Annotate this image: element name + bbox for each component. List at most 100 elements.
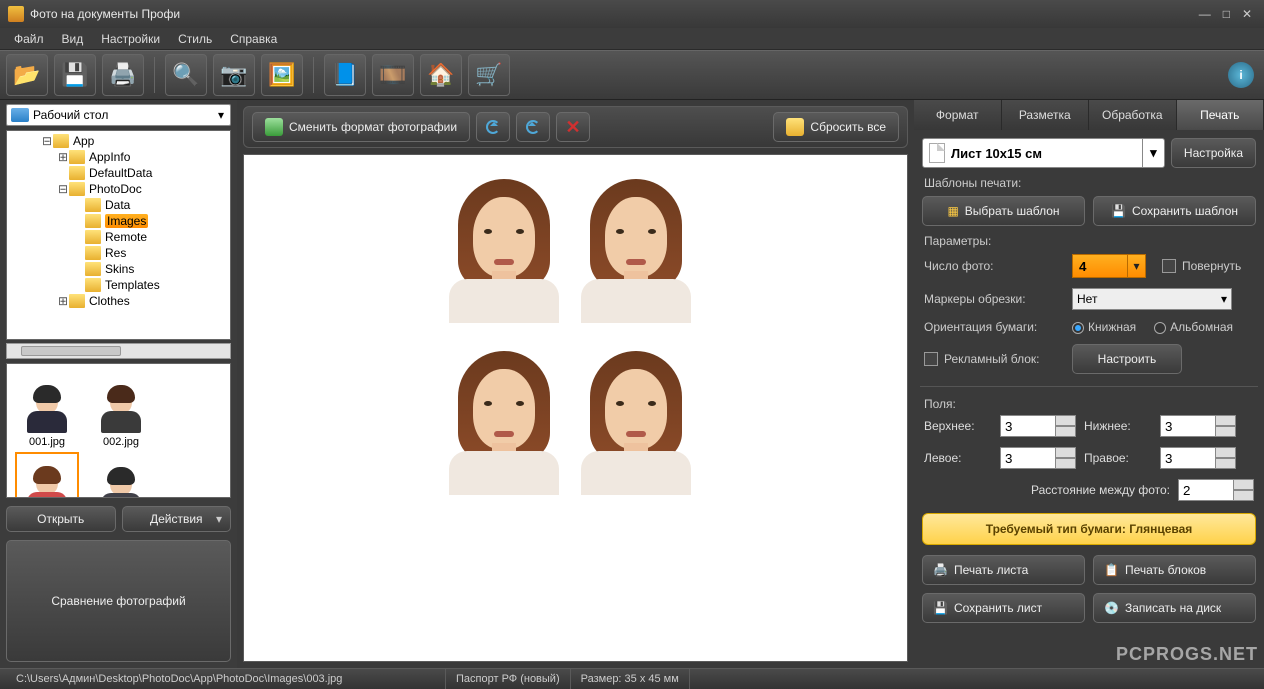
tree-node[interactable]: Templates <box>7 277 230 293</box>
save-button[interactable]: 💾 <box>54 54 96 96</box>
rotate-left-button[interactable] <box>476 112 510 142</box>
thumbnail-item[interactable]: 002.jpg <box>85 370 157 448</box>
statusbar: C:\Users\Админ\Desktop\PhotoDoc\App\Phot… <box>0 668 1264 689</box>
thumbnail-item[interactable]: 003.jpg <box>11 452 83 498</box>
rotate-right-button[interactable] <box>516 112 550 142</box>
actions-button[interactable]: Действия <box>122 506 232 532</box>
orientation-landscape[interactable]: Альбомная <box>1154 320 1233 334</box>
open-folder-button[interactable]: 📂 <box>6 54 48 96</box>
video-button[interactable]: 🎞️ <box>372 54 414 96</box>
location-select[interactable]: Рабочий стол ▾ <box>6 104 231 126</box>
image-button[interactable]: 🖼️ <box>261 54 303 96</box>
photo-slot <box>576 335 696 495</box>
tree-node[interactable]: Remote <box>7 229 230 245</box>
margin-left-label: Левое: <box>924 451 992 465</box>
margin-bottom-field[interactable]: ▴▾ <box>1160 415 1236 437</box>
app-icon <box>8 6 24 22</box>
tree-node[interactable]: ⊟PhotoDoc <box>7 181 230 197</box>
compare-button[interactable]: Сравнение фотографий <box>6 540 231 663</box>
menu-view[interactable]: Вид <box>54 30 92 48</box>
photo-gap-label: Расстояние между фото: <box>1031 483 1170 497</box>
center-toolbar: Сменить формат фотографии ✕ Сбросить все <box>243 106 908 148</box>
tab-markup[interactable]: Разметка <box>1002 100 1090 130</box>
menu-file[interactable]: Файл <box>6 30 52 48</box>
tab-print[interactable]: Печать <box>1177 100 1264 130</box>
print-sheet-button[interactable]: 🖨️Печать листа <box>922 555 1085 585</box>
zoom-button[interactable]: 🔍 <box>165 54 207 96</box>
ad-settings-button[interactable]: Настроить <box>1072 344 1182 374</box>
cart-button[interactable]: 🛒 <box>468 54 510 96</box>
photo-count-field[interactable]: ▾ <box>1072 254 1146 278</box>
about-button[interactable]: i <box>1228 62 1254 88</box>
print-button[interactable]: 🖨️ <box>102 54 144 96</box>
margin-bottom-label: Нижнее: <box>1084 419 1152 433</box>
margins-title: Поля: <box>924 397 1256 411</box>
close-button[interactable]: ✕ <box>1242 7 1252 21</box>
tab-process[interactable]: Обработка <box>1089 100 1177 130</box>
document-icon <box>929 143 945 163</box>
tree-node[interactable]: ⊞AppInfo <box>7 149 230 165</box>
menu-style[interactable]: Стиль <box>170 30 220 48</box>
tab-format[interactable]: Формат <box>914 100 1002 130</box>
menu-help[interactable]: Справка <box>222 30 285 48</box>
templates-title: Шаблоны печати: <box>924 176 1256 190</box>
reset-all-button[interactable]: Сбросить все <box>773 112 899 142</box>
tree-node[interactable]: Data <box>7 197 230 213</box>
margin-right-field[interactable]: ▴▾ <box>1160 447 1236 469</box>
delete-button[interactable]: ✕ <box>556 112 590 142</box>
delete-icon: ✕ <box>566 117 581 138</box>
print-preview-canvas[interactable] <box>243 154 908 662</box>
paper-settings-button[interactable]: Настройка <box>1171 138 1256 168</box>
tree-node[interactable]: ⊟App <box>7 133 230 149</box>
params-title: Параметры: <box>924 234 1256 248</box>
tree-scrollbar[interactable] <box>6 343 231 359</box>
paper-format-label: Лист 10x15 см <box>951 146 1142 161</box>
photo-gap-field[interactable]: ▴▾ <box>1178 479 1254 501</box>
paper-format-select[interactable]: Лист 10x15 см ▾ <box>922 138 1165 168</box>
save-template-button[interactable]: 💾Сохранить шаблон <box>1093 196 1256 226</box>
thumbnail-item[interactable]: 6.jpg <box>85 452 157 498</box>
margin-left-field[interactable]: ▴▾ <box>1000 447 1076 469</box>
thumbnails-panel: 001.jpg002.jpg003.jpg6.jpg <box>6 363 231 498</box>
thumbnail-item[interactable]: 001.jpg <box>11 370 83 448</box>
orient-label: Ориентация бумаги: <box>924 320 1064 334</box>
crop-label: Маркеры обрезки: <box>924 292 1064 306</box>
choose-template-button[interactable]: ▦Выбрать шаблон <box>922 196 1085 226</box>
change-format-button[interactable]: Сменить формат фотографии <box>252 112 470 142</box>
help-button[interactable]: 📘 <box>324 54 366 96</box>
reset-icon <box>786 118 804 136</box>
chevron-down-icon: ▾ <box>1142 139 1164 167</box>
margin-top-label: Верхнее: <box>924 419 992 433</box>
tree-node[interactable]: Images <box>7 213 230 229</box>
rotate-checkbox[interactable]: Повернуть <box>1162 259 1241 274</box>
tree-node[interactable]: ⊞Clothes <box>7 293 230 309</box>
tree-node[interactable]: DefaultData <box>7 165 230 181</box>
burn-disc-button[interactable]: 💿Записать на диск <box>1093 593 1256 623</box>
main-toolbar: 📂 💾 🖨️ 🔍 📷 🖼️ 📘 🎞️ 🏠 🛒 i <box>0 50 1264 100</box>
margin-top-field[interactable]: ▴▾ <box>1000 415 1076 437</box>
crop-markers-select[interactable]: Нет▾ <box>1072 288 1232 310</box>
open-button[interactable]: Открыть <box>6 506 116 532</box>
save-sheet-button[interactable]: 💾Сохранить лист <box>922 593 1085 623</box>
rotate-right-icon <box>524 118 542 136</box>
maximize-button[interactable]: □ <box>1223 7 1230 21</box>
count-label: Число фото: <box>924 259 1064 273</box>
rotate-left-icon <box>484 118 502 136</box>
menu-settings[interactable]: Настройки <box>93 30 168 48</box>
folder-tree[interactable]: ⊟App⊞AppInfo DefaultData⊟PhotoDoc Data I… <box>6 130 231 340</box>
camera-button[interactable]: 📷 <box>213 54 255 96</box>
titlebar: Фото на документы Профи — □ ✕ <box>0 0 1264 28</box>
tree-node[interactable]: Skins <box>7 261 230 277</box>
chevron-down-icon: ▾ <box>212 108 230 122</box>
margin-right-label: Правое: <box>1084 451 1152 465</box>
center-panel: Сменить формат фотографии ✕ Сбросить все <box>237 100 914 668</box>
ad-block-checkbox[interactable]: Рекламный блок: <box>924 352 1064 367</box>
left-panel: Рабочий стол ▾ ⊟App⊞AppInfo DefaultData⊟… <box>0 100 237 668</box>
tree-node[interactable]: Res <box>7 245 230 261</box>
minimize-button[interactable]: — <box>1199 7 1211 21</box>
menubar: Файл Вид Настройки Стиль Справка <box>0 28 1264 50</box>
orientation-portrait[interactable]: Книжная <box>1072 320 1136 334</box>
home-button[interactable]: 🏠 <box>420 54 462 96</box>
watermark: PCPROGS.NET <box>1116 644 1258 665</box>
print-blocks-button[interactable]: 📋Печать блоков <box>1093 555 1256 585</box>
